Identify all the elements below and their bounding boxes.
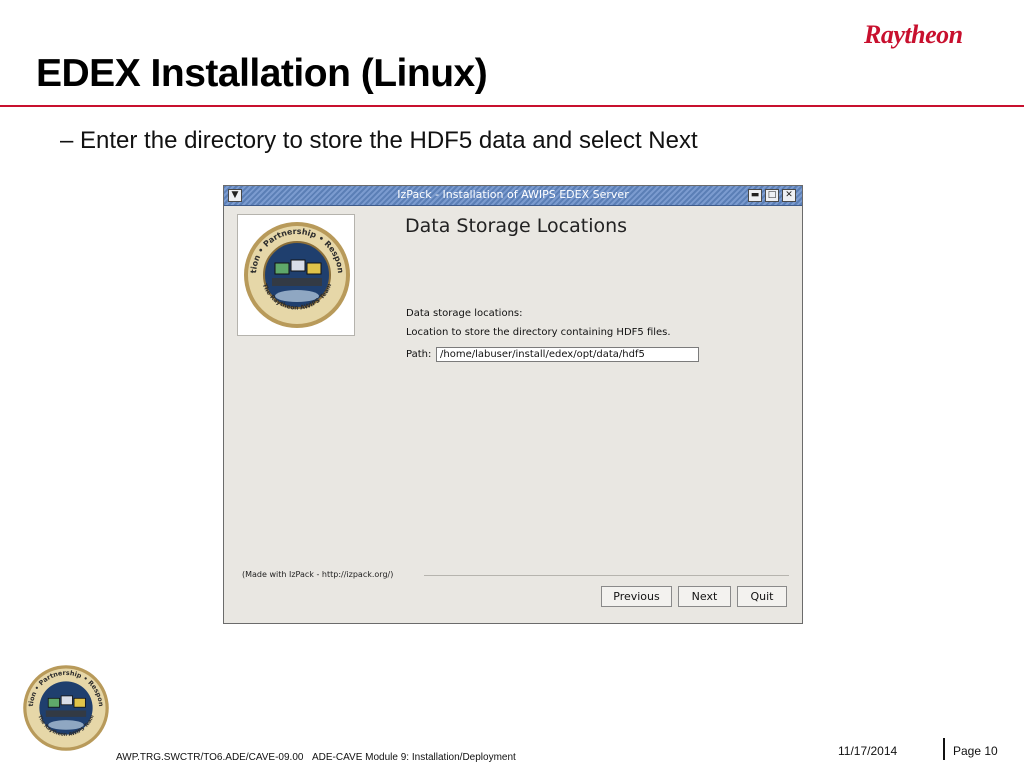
installer-side-image: Innovation • Partnership • Responsibilit…	[237, 214, 355, 336]
close-button[interactable]: ✕	[782, 189, 796, 202]
window-title: IzPack - Installation of AWIPS EDEX Serv…	[397, 188, 629, 201]
minimize-icon: ▬	[750, 190, 760, 200]
footer-divider	[943, 738, 945, 760]
next-button[interactable]: Next	[678, 586, 731, 607]
footer-date: 11/17/2014	[838, 744, 898, 758]
window-titlebar[interactable]: ▼ IzPack - Installation of AWIPS EDEX Se…	[224, 186, 802, 206]
title-divider	[0, 105, 1024, 107]
slide-title: EDEX Installation (Linux)	[36, 52, 488, 95]
made-with-izpack-label: (Made with IzPack - http://izpack.org/)	[242, 570, 394, 579]
footer-module: ADE-CAVE Module 9: Installation/Deployme…	[312, 752, 516, 763]
quit-button[interactable]: Quit	[737, 586, 787, 607]
storage-description-label: Location to store the directory containi…	[406, 327, 671, 338]
raytheon-logo: Raytheon	[864, 20, 963, 49]
path-label: Path:	[406, 349, 432, 360]
previous-button[interactable]: Previous	[601, 586, 672, 607]
footer-seal-icon: Innovation • Partnership • Responsibilit…	[20, 662, 109, 751]
minimize-button[interactable]: ▬	[748, 189, 762, 202]
instruction-bullet: – Enter the directory to store the HDF5 …	[60, 127, 698, 154]
installer-window: ▼ IzPack - Installation of AWIPS EDEX Se…	[223, 185, 803, 624]
footer-doc-id: AWP.TRG.SWCTR/TO6.ADE/CAVE-09.00	[116, 752, 304, 763]
close-icon: ✕	[785, 190, 793, 200]
path-input[interactable]: /home/labuser/install/edex/opt/data/hdf5	[436, 347, 699, 362]
footer-separator	[424, 575, 789, 576]
storage-locations-label: Data storage locations:	[406, 308, 523, 319]
awips-team-seal-icon: Innovation • Partnership • Responsibilit…	[242, 218, 350, 328]
footer-page-number: Page 10	[953, 744, 998, 758]
panel-title: Data Storage Locations	[405, 215, 628, 237]
maximize-button[interactable]: □	[765, 189, 779, 202]
maximize-icon: □	[767, 190, 777, 200]
